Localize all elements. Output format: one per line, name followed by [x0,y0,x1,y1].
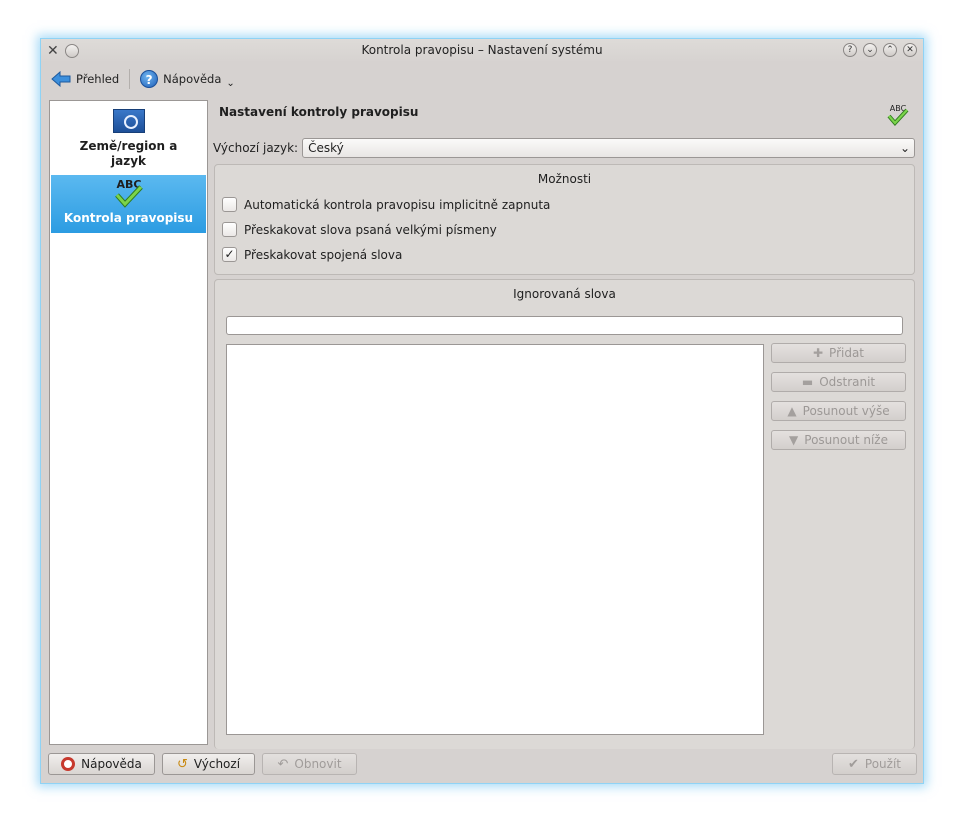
skip-run-together-checkbox[interactable]: ✓ Přeskakovat spojená slova [222,247,402,262]
category-sidebar: Země/region a jazyk ABC Kontrola pravopi… [49,100,208,745]
move-down-label: Posunout níže [804,433,888,447]
defaults-button-label: Výchozí [193,757,241,771]
arrow-up-icon: ▲ [787,404,797,418]
skip-uppercase-checkbox[interactable]: Přeskakovat slova psaná velkými písmeny [222,222,497,237]
toolbar: Přehled ? Nápověda ⌄ [41,65,923,93]
remove-word-button[interactable]: ▬ Odstranit [771,372,906,392]
ignored-word-input[interactable] [226,316,903,335]
move-up-button[interactable]: ▲ Posunout výše [771,401,906,421]
checkbox-box[interactable] [222,222,237,237]
ignored-words-title: Ignorovaná slova [513,287,616,301]
options-group-title: Možnosti [537,172,592,186]
sidebar-item-label: Kontrola pravopisu [63,211,194,225]
help-menu-button[interactable]: ? Nápověda ⌄ [136,68,239,91]
default-language-select[interactable]: Český ⌄ [302,138,915,158]
lifebuoy-icon [61,757,76,771]
checkbox-box-checked[interactable]: ✓ [222,247,237,262]
title-bar: ✕ Kontrola pravopisu – Nastavení systému… [41,39,923,63]
options-group: Možnosti Automatická kontrola pravopisu … [214,164,915,275]
system-settings-window: ✕ Kontrola pravopisu – Nastavení systému… [40,38,924,784]
undo-icon: ↶ [277,756,289,772]
minus-icon: ▬ [801,375,814,389]
apply-button[interactable]: ✔ Použít [832,753,917,775]
ignored-words-group: Ignorovaná slova ✚ Přidat ▬ Odstranit ▲ … [214,279,915,749]
move-up-label: Posunout výše [802,404,890,418]
add-word-button[interactable]: ✚ Přidat [771,343,906,363]
help-icon: ? [140,70,159,88]
toolbar-separator [129,69,131,89]
apply-button-label: Použít [864,757,901,771]
reset-button-label: Obnovit [294,757,342,771]
checkbox-label: Přeskakovat slova psaná velkými písmeny [244,222,497,237]
add-word-label: Přidat [829,346,865,360]
overview-label: Přehled [76,72,120,86]
spellcheck-icon: ABC [114,178,143,208]
reset-button[interactable]: ↶ Obnovit [262,753,357,775]
help-button[interactable]: Nápověda [48,753,155,775]
close-button[interactable]: ✕ [903,43,917,57]
help-label: Nápověda [163,72,222,86]
auto-spellcheck-checkbox[interactable]: Automatická kontrola pravopisu implicitn… [222,197,550,212]
ignored-words-list[interactable] [226,344,764,735]
sidebar-item-label: Země/region a jazyk [79,139,178,168]
help-button-label: Nápověda [81,757,142,771]
default-language-label: Výchozí jazyk: [213,141,299,155]
move-down-button[interactable]: ▼ Posunout níže [771,430,906,450]
sidebar-item-region-language[interactable]: Země/region a jazyk [51,105,206,173]
flag-icon [112,109,145,133]
checkbox-label: Automatická kontrola pravopisu implicitn… [244,197,551,212]
chevron-down-icon: ⌄ [899,141,910,155]
defaults-icon: ↺ [176,756,188,772]
back-arrow-icon [51,71,71,87]
page-title: Nastavení kontroly pravopisu [219,105,419,119]
window-title: Kontrola pravopisu – Nastavení systému [361,43,603,57]
default-language-value: Český [308,141,344,155]
checkbox-label: Přeskakovat spojená slova [244,247,403,262]
default-language-row: Výchozí jazyk: Český ⌄ [213,137,915,159]
checkbox-box[interactable] [222,197,237,212]
remove-word-label: Odstranit [819,375,876,389]
plus-icon: ✚ [812,346,824,360]
spellcheck-settings-panel: Nastavení kontroly pravopisu ABC Výchozí… [213,100,915,749]
chevron-down-icon: ⌄ [226,77,235,89]
sidebar-item-spellcheck[interactable]: ABC Kontrola pravopisu [51,175,206,233]
minimize-button[interactable]: ⌄ [863,43,877,57]
overview-button[interactable]: Přehled [47,69,123,89]
maximize-button[interactable]: ⌃ [883,43,897,57]
spellcheck-icon: ABC [887,104,909,127]
defaults-button[interactable]: ↺ Výchozí [162,753,255,775]
check-icon: ✔ [848,756,859,772]
context-help-button[interactable]: ? [843,43,857,57]
arrow-down-icon: ▼ [789,433,799,447]
